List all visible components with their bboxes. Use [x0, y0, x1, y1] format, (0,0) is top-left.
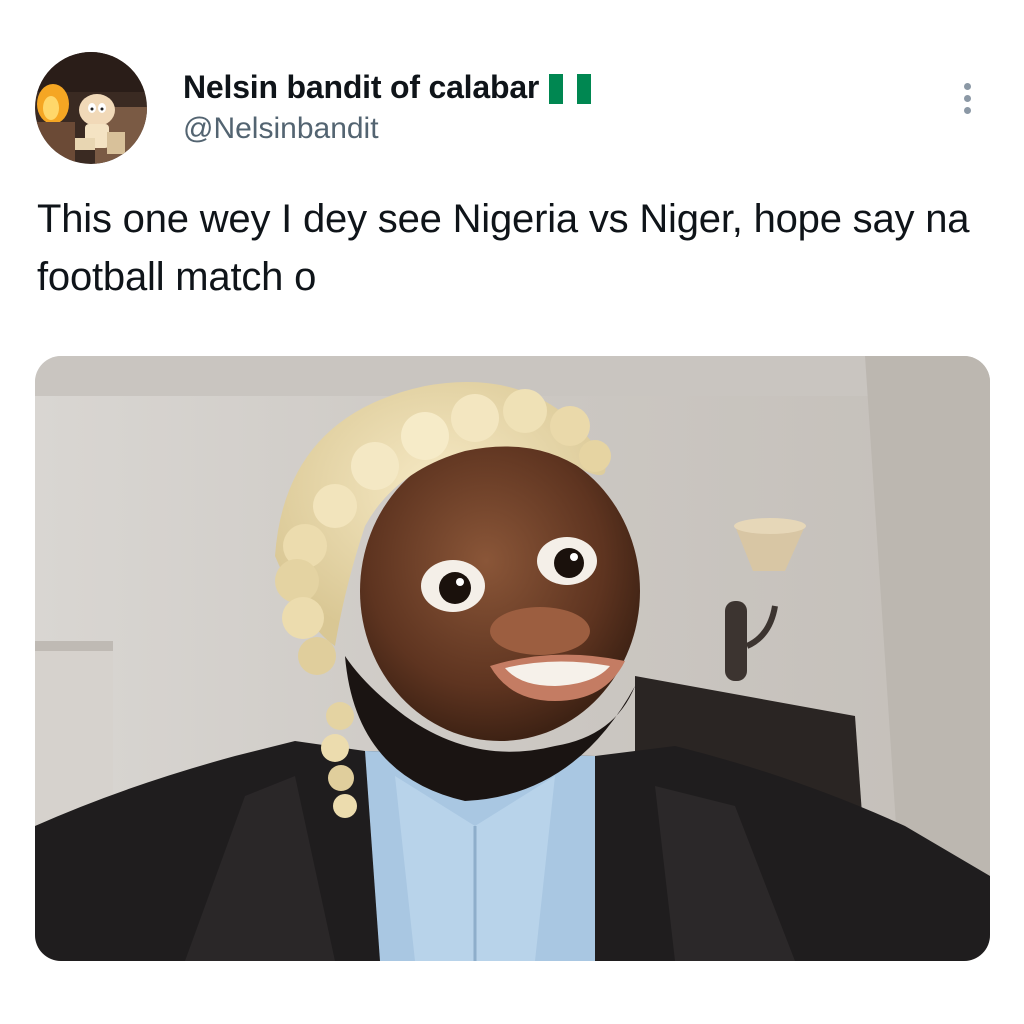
tweet-card: Nelsin bandit of calabar @Nelsinbandit T…: [0, 0, 1024, 1024]
tweet-photo[interactable]: [35, 356, 990, 961]
tweet-header: Nelsin bandit of calabar @Nelsinbandit: [183, 66, 592, 146]
nigeria-flag-icon: [549, 74, 592, 104]
more-options-icon[interactable]: [952, 78, 982, 118]
name-row: Nelsin bandit of calabar: [183, 66, 592, 108]
tweet-text: This one wey I dey see Nigeria vs Niger,…: [37, 197, 970, 299]
user-handle[interactable]: @Nelsinbandit: [183, 112, 591, 146]
meme-photo-image: [35, 356, 990, 961]
avatar[interactable]: [35, 52, 147, 164]
avatar-cartoon-icon: [35, 52, 147, 164]
display-name[interactable]: Nelsin bandit of calabar: [183, 69, 539, 106]
